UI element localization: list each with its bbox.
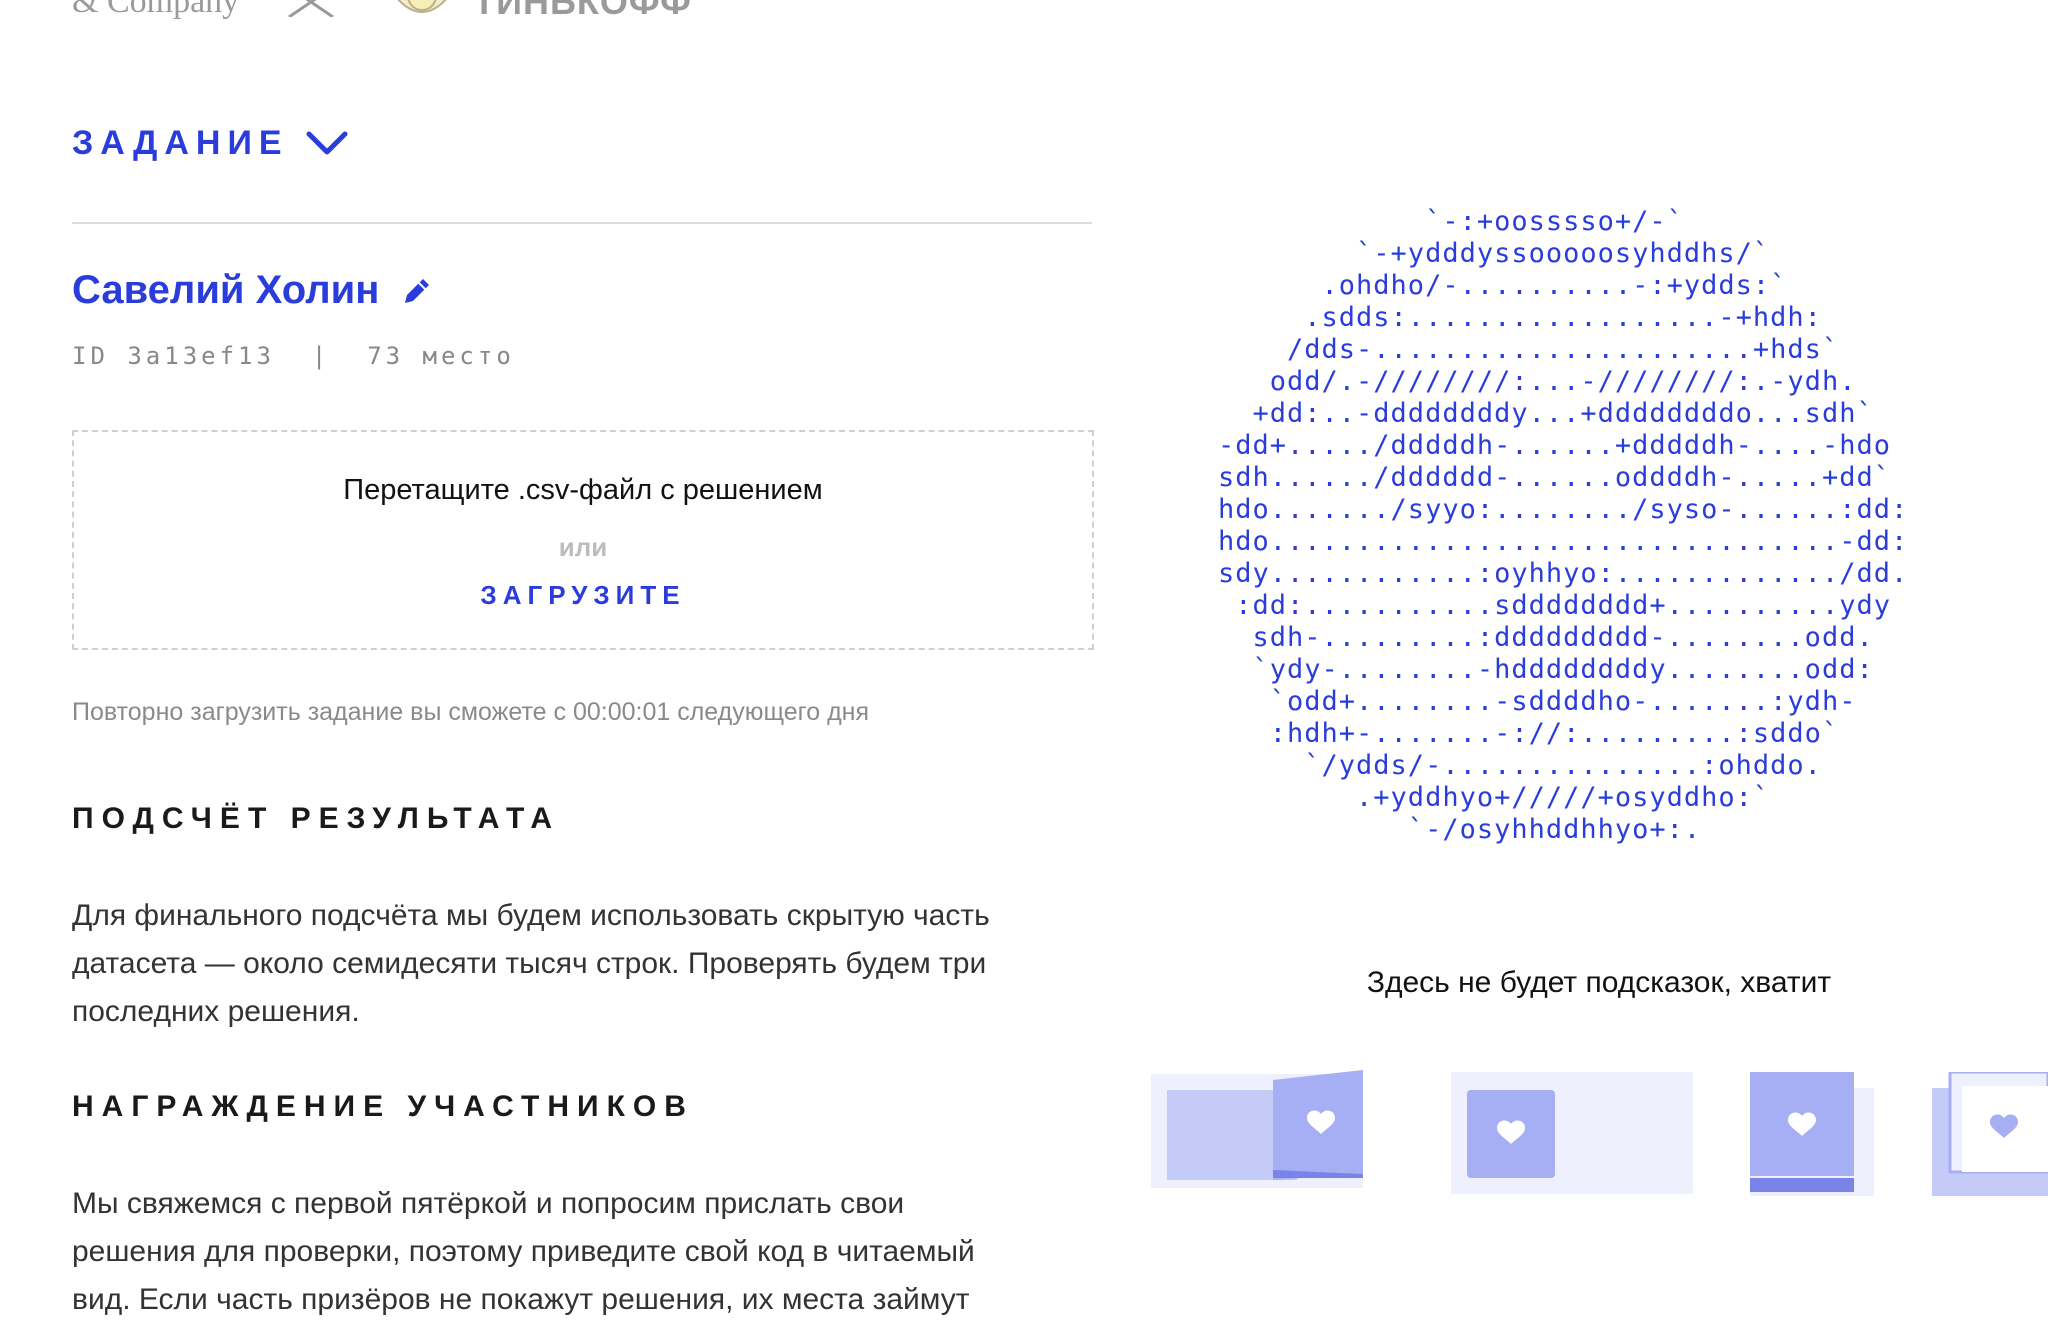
- chevron-down-icon: [306, 131, 348, 154]
- heart-card-3[interactable]: [1750, 1072, 1874, 1196]
- ascii-art-logo: `-:+oosssso+/-` `-+ydddyssooooosyhddhs/`…: [1218, 206, 1909, 845]
- hint-text: Здесь не будет подсказок, хватит: [1366, 966, 1832, 999]
- section-text-scoring: Для финального подсчёта мы будем использ…: [72, 892, 1092, 1036]
- cross-icon: [288, 0, 335, 17]
- heart-card-1[interactable]: [1151, 1066, 1363, 1196]
- text-line: последних решения.: [72, 995, 360, 1028]
- section-title-scoring: ПОДСЧЁТ РЕЗУЛЬТАТА: [72, 802, 561, 835]
- heart-card-4[interactable]: [1932, 1072, 2048, 1196]
- text-line: вид. Если часть призёров не покажут реше…: [72, 1283, 970, 1316]
- text-line: Мы свяжемся с первой пятёркой и попросим…: [72, 1187, 905, 1220]
- section-title-awards: НАГРАЖДЕНИЕ УЧАСТНИКОВ: [72, 1090, 694, 1123]
- partner-logo: ТИНЬКОФФ: [473, 0, 692, 22]
- divider: [72, 222, 1092, 224]
- task-toggle[interactable]: ЗАДАНИЕ: [72, 124, 349, 163]
- text-line: датасета — около семидесяти тысяч строк.…: [72, 947, 987, 980]
- task-toggle-label: ЗАДАНИЕ: [72, 124, 289, 162]
- dropzone-or: или: [558, 532, 608, 562]
- company-logo: & Company: [72, 0, 240, 20]
- heart-card-2[interactable]: [1451, 1072, 1693, 1194]
- upload-note: Повторно загрузить задание вы сможете с …: [72, 698, 870, 726]
- user-meta: ID 3a13ef13 | 73 место: [72, 342, 515, 370]
- dropzone-instruction: Перетащите .csv-файл с решением: [343, 474, 823, 506]
- header-logos: & Company ТИНЬКОФФ: [72, 0, 692, 22]
- user-name: Савелий Холин: [72, 268, 433, 313]
- pencil-icon[interactable]: [401, 275, 433, 307]
- partner-emblem-icon: [397, 0, 447, 13]
- text-line: решения для проверки, поэтому приведите …: [72, 1235, 975, 1268]
- file-dropzone[interactable]: Перетащите .csv-файл с решением или ЗАГР…: [72, 430, 1094, 650]
- upload-button[interactable]: ЗАГРУЗИТЕ: [74, 580, 1092, 611]
- section-text-awards: Мы свяжемся с первой пятёркой и попросим…: [72, 1180, 1092, 1324]
- text-line: Для финального подсчёта мы будем использ…: [72, 899, 990, 932]
- user-name-text: Савелий Холин: [72, 268, 380, 312]
